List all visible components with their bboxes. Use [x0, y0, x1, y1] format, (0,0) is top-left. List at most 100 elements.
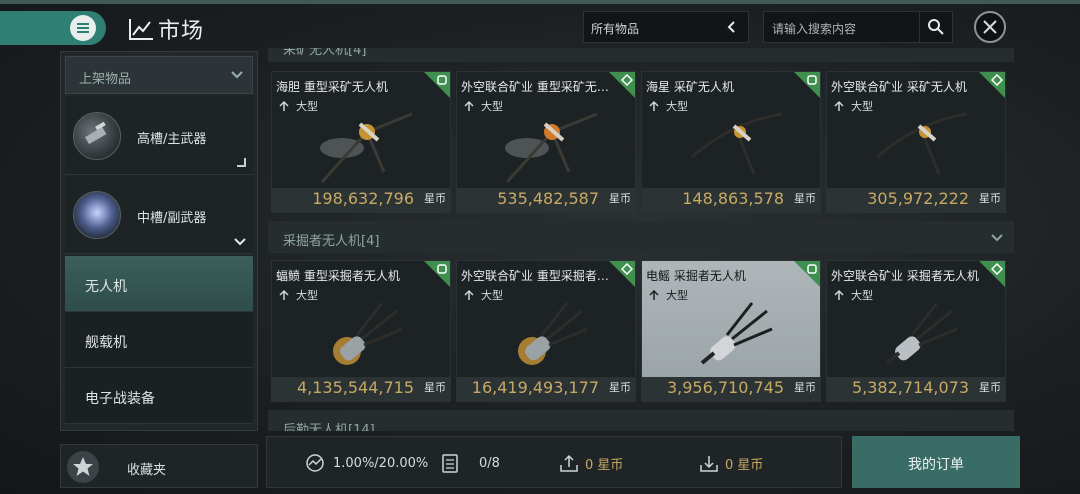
size-arrow-icon — [279, 100, 289, 111]
item-card[interactable]: 外空联合矿业 采掘者无人机 大型 5,382,714,073 星币 — [826, 260, 1006, 402]
mining-drone-image — [320, 112, 413, 184]
favorites-label: 收藏夹 — [127, 463, 167, 478]
item-currency: 星币 — [794, 192, 816, 205]
sidebar-section-title: 上架物品 — [79, 72, 132, 87]
badge-square-icon — [807, 75, 817, 85]
group-header-mining-drones[interactable]: 采矿无人机[4] — [268, 48, 1014, 62]
search-input[interactable]: 请输入搜索内容 — [772, 20, 856, 37]
chevron-left-icon — [727, 21, 735, 33]
sidebar-category-label: 中槽/副武器 — [137, 211, 207, 226]
item-grid: 采矿无人机[4] 海胆 重型采矿无人机 大型 198,632,796 星币 外空… — [264, 48, 1020, 431]
badge-diamond-icon — [621, 263, 633, 275]
item-currency: 星币 — [609, 192, 631, 205]
clipboard-icon — [442, 454, 458, 473]
item-name: 蝠鲼 重型采掘者无人机 — [276, 269, 400, 283]
item-price: 16,419,493,177 — [471, 378, 599, 397]
badge-diamond-icon — [991, 263, 1003, 275]
item-price: 535,482,587 — [497, 189, 599, 208]
badge-square-icon — [437, 264, 447, 274]
mining-drone-image — [876, 112, 968, 175]
order-count-value: 0/8 — [479, 455, 500, 471]
item-name: 海星 采矿无人机 — [646, 80, 734, 94]
my-orders-label: 我的订单 — [908, 457, 964, 473]
category-filter-dropdown[interactable]: 所有物品 — [583, 11, 749, 43]
item-card[interactable]: 海胆 重型采矿无人机 大型 198,632,796 星币 — [271, 71, 451, 213]
favorites-button[interactable]: 收藏夹 — [60, 444, 258, 488]
size-arrow-icon — [464, 100, 474, 111]
group-title: 采掘者无人机[4] — [283, 234, 380, 249]
item-name: 外空联合矿业 重型采矿无人机 — [461, 80, 611, 94]
buy-amount-value: 0 星币 — [725, 457, 764, 473]
size-arrow-icon — [649, 100, 659, 111]
sidebar-item-label: 电子战装备 — [85, 391, 155, 407]
menu-button[interactable] — [0, 11, 106, 45]
item-card[interactable]: 外空联合矿业 采矿无人机 大型 305,972,222 星币 — [826, 71, 1006, 213]
group-title: 采矿无人机[4] — [283, 48, 367, 58]
item-price: 148,863,578 — [682, 189, 784, 208]
sidebar-item-drones[interactable]: 无人机 — [65, 256, 253, 312]
item-card[interactable]: 外空联合矿业 重型采掘者无人机 大型 16,419,493,177 星币 — [456, 260, 636, 402]
item-currency: 星币 — [979, 192, 1001, 205]
my-orders-button[interactable]: 我的订单 — [852, 436, 1020, 488]
search-box[interactable]: 请输入搜索内容 — [763, 11, 953, 43]
buy-amount: 0 星币 — [699, 453, 763, 473]
mining-drone-image — [691, 112, 783, 175]
download-tray-icon — [700, 456, 718, 472]
excavator-drone-image — [700, 302, 773, 365]
weapon-turret-icon — [73, 112, 121, 160]
search-button[interactable] — [919, 12, 952, 42]
chevron-down-icon — [231, 71, 243, 79]
chevron-down-icon — [991, 234, 1003, 242]
item-card-selected[interactable]: 电鳐 采掘者无人机 大型 3,956,710,745 星币 — [641, 260, 821, 402]
badge-square-icon — [437, 75, 447, 85]
item-currency: 星币 — [424, 381, 446, 394]
order-count: 0/8 — [441, 453, 500, 473]
star-icon — [67, 451, 99, 483]
item-price: 5,382,714,073 — [851, 378, 969, 397]
item-card[interactable]: 海星 采矿无人机 大型 148,863,578 星币 — [641, 71, 821, 213]
electric-sphere-icon — [73, 191, 121, 239]
excavator-drone-image — [333, 302, 403, 365]
item-currency: 星币 — [794, 381, 816, 394]
group-title: 后勤无人机[14] — [283, 423, 375, 431]
sidebar-item-ewar[interactable]: 电子战装备 — [65, 368, 253, 424]
chevron-down-icon — [234, 238, 246, 246]
group-header-logistics-drones[interactable]: 后勤无人机[14] — [268, 410, 1014, 431]
item-currency: 星币 — [424, 192, 446, 205]
page-header: 市场 — [128, 14, 204, 44]
group-header-excavator-drones[interactable]: 采掘者无人机[4] — [268, 221, 1014, 253]
size-arrow-icon — [279, 289, 289, 300]
page-title: 市场 — [158, 19, 205, 44]
hamburger-icon — [70, 15, 96, 41]
sidebar-category-mid-slot[interactable]: 中槽/副武器 — [65, 175, 253, 254]
sidebar-section-header[interactable]: 上架物品 — [65, 56, 253, 94]
excavator-drone-image — [518, 302, 588, 365]
mining-drone-image — [505, 112, 598, 184]
item-name: 外空联合矿业 重型采掘者无人机 — [461, 269, 611, 283]
item-name: 电鳐 采掘者无人机 — [646, 269, 746, 283]
sidebar-item-label: 舰载机 — [85, 335, 127, 351]
sell-amount-value: 0 星币 — [585, 457, 624, 473]
item-currency: 星币 — [609, 381, 631, 394]
item-card[interactable]: 外空联合矿业 重型采矿无人机 大型 535,482,587 星币 — [456, 71, 636, 213]
sidebar-category-label: 高槽/主武器 — [137, 132, 207, 147]
tax-gauge-icon — [306, 454, 324, 472]
item-price: 4,135,544,715 — [296, 378, 414, 397]
sidebar-category-high-slot[interactable]: 高槽/主武器 — [65, 96, 253, 175]
sidebar-item-fighters[interactable]: 舰载机 — [65, 312, 253, 368]
size-arrow-icon — [649, 289, 659, 300]
badge-square-icon — [807, 264, 817, 274]
category-sidebar: 上架物品 高槽/主武器 中槽/副武器 无人机 舰载机 电子战装备 — [60, 51, 258, 431]
badge-diamond-icon — [621, 74, 633, 86]
item-price: 3,956,710,745 — [666, 378, 784, 397]
close-button[interactable] — [974, 11, 1006, 43]
search-icon — [928, 19, 944, 35]
size-arrow-icon — [834, 289, 844, 300]
excavator-drone-image — [885, 302, 958, 365]
item-price: 198,632,796 — [312, 189, 414, 208]
tax-rate-value: 1.00%/20.00% — [333, 455, 429, 471]
item-name: 外空联合矿业 采矿无人机 — [831, 80, 967, 94]
item-price: 305,972,222 — [867, 189, 969, 208]
upload-tray-icon — [560, 454, 578, 472]
item-card[interactable]: 蝠鲼 重型采掘者无人机 大型 4,135,544,715 星币 — [271, 260, 451, 402]
